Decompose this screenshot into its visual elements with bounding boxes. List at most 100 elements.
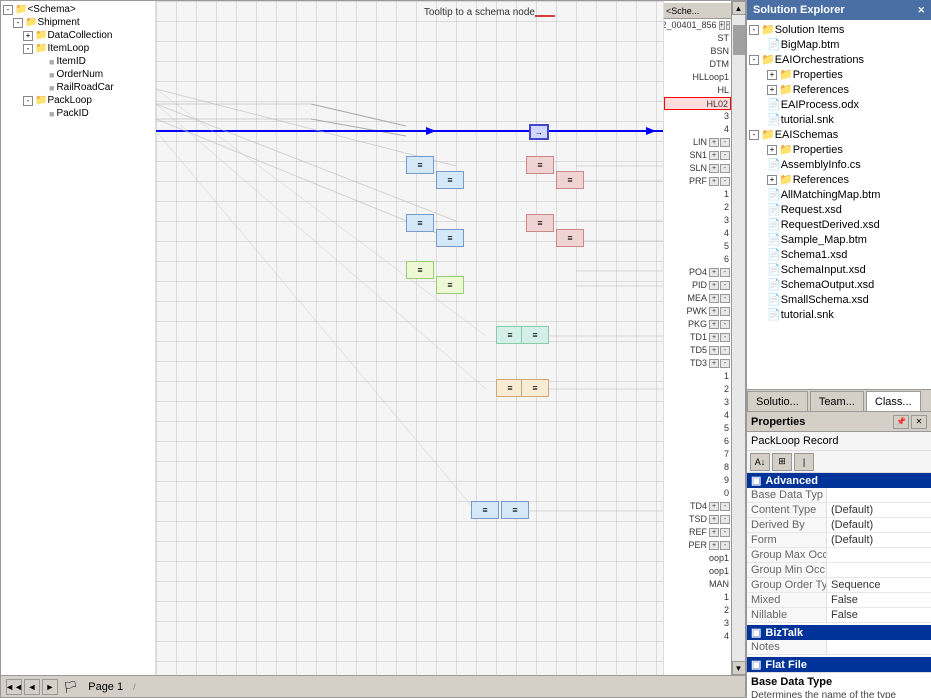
schema-row-btn1-25[interactable]: + — [709, 346, 719, 355]
schema-row-17[interactable]: 5 — [664, 240, 731, 253]
tree-eai-schema-properties[interactable]: + 📁 Properties — [747, 142, 931, 157]
functoid-12[interactable]: ≡ — [521, 326, 549, 344]
tree-node-itemloop[interactable]: - 📁 ItemLoop — [1, 42, 155, 55]
schema-row-btn2-26[interactable]: - — [720, 359, 730, 368]
expand-eaischemas[interactable]: - — [749, 130, 759, 140]
expand-itemloop[interactable]: - — [23, 44, 33, 54]
schema-row-10[interactable]: SN1+- — [664, 149, 731, 162]
tree-eai-schema-references[interactable]: + 📁 References — [747, 172, 931, 187]
tree-allmatching-btm[interactable]: 📄 AllMatchingMap.btm — [747, 187, 931, 202]
schema-row-btn1-9[interactable]: + — [709, 138, 719, 147]
schema-row-33[interactable]: 7 — [664, 448, 731, 461]
tree-schema1-xsd[interactable]: 📄 Schema1.xsd — [747, 247, 931, 262]
prop-close-btn[interactable]: ✕ — [911, 415, 927, 429]
schema-row-25[interactable]: TD5+- — [664, 344, 731, 357]
expand-shipment[interactable]: - — [13, 18, 23, 28]
schema-row-44[interactable]: 1 — [664, 591, 731, 604]
schema-row-3[interactable]: DTM — [664, 58, 731, 71]
schema-row-45[interactable]: 2 — [664, 604, 731, 617]
tree-node-shipment[interactable]: - 📁 Shipment — [1, 16, 155, 29]
schema-row-btn2-22[interactable]: - — [720, 307, 730, 316]
tree-schemaoutput-xsd[interactable]: 📄 SchemaOutput.xsd — [747, 277, 931, 292]
schema-row-30[interactable]: 4 — [664, 409, 731, 422]
schema-row-42[interactable]: oop1 — [664, 565, 731, 578]
tab-class[interactable]: Class... — [866, 391, 921, 411]
schema-row-18[interactable]: 6 — [664, 253, 731, 266]
schema-row-btn1-0[interactable]: + — [719, 21, 725, 30]
tree-assemblyinfo-cs[interactable]: 📄 AssemblyInfo.cs — [747, 157, 931, 172]
expand-packloop[interactable]: - — [23, 96, 33, 106]
schema-row-btn1-26[interactable]: + — [709, 359, 719, 368]
schema-row-26[interactable]: TD3+- — [664, 357, 731, 370]
schema-row-12[interactable]: PRF+- — [664, 175, 731, 188]
expand-schema-root[interactable]: - — [3, 5, 13, 15]
prop-categorized-btn[interactable]: ⊞ — [772, 453, 792, 471]
schema-row-btn1-12[interactable]: + — [709, 177, 719, 186]
schema-row-btn2-19[interactable]: - — [720, 268, 730, 277]
schema-row-6[interactable]: HL02 — [664, 97, 731, 110]
schema-row-37[interactable]: TD4+- — [664, 500, 731, 513]
nav-first-btn[interactable]: ◄◄ — [6, 679, 22, 695]
expand-eai-schema-properties[interactable]: + — [767, 145, 777, 155]
schema-row-btn1-39[interactable]: + — [709, 528, 719, 537]
schema-row-btn2-21[interactable]: - — [720, 294, 730, 303]
schema-row-btn2-25[interactable]: - — [720, 346, 730, 355]
schema-row-btn2-37[interactable]: - — [720, 502, 730, 511]
schema-row-28[interactable]: 2 — [664, 383, 731, 396]
schema-row-btn1-40[interactable]: + — [709, 541, 719, 550]
mapping-node-highlighted[interactable]: → — [529, 124, 549, 140]
functoid-13[interactable]: ≡ — [496, 379, 524, 397]
schema-row-btn1-10[interactable]: + — [709, 151, 719, 160]
schema-row-31[interactable]: 5 — [664, 422, 731, 435]
schema-row-btn2-11[interactable]: - — [720, 164, 730, 173]
schema-row-27[interactable]: 1 — [664, 370, 731, 383]
functoid-9[interactable]: ≡ — [406, 261, 434, 279]
schema-row-39[interactable]: REF+- — [664, 526, 731, 539]
tree-tutorial-snk-2[interactable]: 📄 tutorial.snk — [747, 307, 931, 322]
schema-row-btn1-23[interactable]: + — [709, 320, 719, 329]
tree-node-packloop[interactable]: - 📁 PackLoop — [1, 94, 155, 107]
tree-eai-references[interactable]: + 📁 References — [747, 82, 931, 97]
tree-eaiorchestrations[interactable]: - 📁 EAIOrchestrations — [747, 52, 931, 67]
schema-row-29[interactable]: 3 — [664, 396, 731, 409]
schema-row-btn2-10[interactable]: - — [720, 151, 730, 160]
schema-row-2[interactable]: BSN — [664, 45, 731, 58]
functoid-14[interactable]: ≡ — [521, 379, 549, 397]
schema-row-btn1-37[interactable]: + — [709, 502, 719, 511]
schema-row-btn2-0[interactable]: - — [726, 21, 730, 30]
functoid-11[interactable]: ≡ — [496, 326, 524, 344]
expand-eai-references[interactable]: + — [767, 85, 777, 95]
tree-schemainput-xsd[interactable]: 📄 SchemaInput.xsd — [747, 262, 931, 277]
schema-row-11[interactable]: SLN+- — [664, 162, 731, 175]
expand-datacollection[interactable]: + — [23, 31, 33, 41]
schema-row-5[interactable]: HL — [664, 84, 731, 97]
expand-solution-items[interactable]: - — [749, 25, 759, 35]
prop-section-advanced[interactable]: ▣ Advanced — [747, 473, 931, 488]
tree-node-packid[interactable]: ■ PackID — [1, 107, 155, 120]
functoid-3[interactable]: ≡ — [526, 156, 554, 174]
tree-requestderived-xsd[interactable]: 📄 RequestDerived.xsd — [747, 217, 931, 232]
functoid-4[interactable]: ≡ — [556, 171, 584, 189]
expand-eai-properties[interactable]: + — [767, 70, 777, 80]
functoid-6[interactable]: ≡ — [436, 229, 464, 247]
functoid-1[interactable]: ≡ — [406, 156, 434, 174]
expand-eaiorchestrations[interactable]: - — [749, 55, 759, 65]
schema-row-btn1-20[interactable]: + — [709, 281, 719, 290]
tree-node-itemid[interactable]: ■ ItemID — [1, 55, 155, 68]
prop-sort-alpha-btn[interactable]: A↓ — [750, 453, 770, 471]
scroll-track[interactable] — [732, 15, 745, 661]
schema-row-43[interactable]: MAN — [664, 578, 731, 591]
schema-row-btn2-23[interactable]: - — [720, 320, 730, 329]
scroll-down-btn[interactable]: ▼ — [732, 661, 746, 675]
nav-next-btn[interactable]: ► — [42, 679, 58, 695]
schema-row-btn2-9[interactable]: - — [720, 138, 730, 147]
solution-explorer-close[interactable]: ✕ — [917, 5, 925, 16]
schema-row-btn2-24[interactable]: - — [720, 333, 730, 342]
functoid-7[interactable]: ≡ — [526, 214, 554, 232]
tree-node-schema-root[interactable]: - 📁 <Schema> — [1, 3, 155, 16]
schema-row-21[interactable]: MEA+- — [664, 292, 731, 305]
tree-solution-items[interactable]: - 📁 Solution Items — [747, 22, 931, 37]
schema-row-btn1-19[interactable]: + — [709, 268, 719, 277]
scroll-thumb[interactable] — [733, 25, 745, 55]
schema-row-34[interactable]: 8 — [664, 461, 731, 474]
